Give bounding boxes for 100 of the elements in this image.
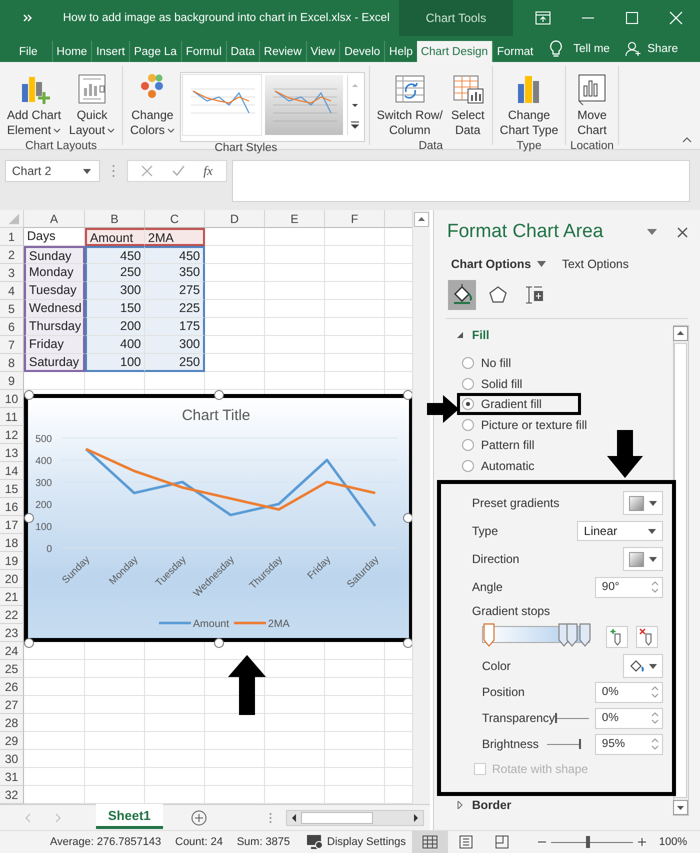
slider-thumb[interactable] [554,713,557,723]
row-header[interactable]: 12 [0,426,24,444]
gradient-stop-handle[interactable] [566,623,578,647]
direction-dropdown[interactable] [622,547,663,571]
row-header[interactable]: 27 [0,696,24,714]
add-stop-button[interactable] [606,626,628,648]
column-header[interactable]: C [145,210,205,228]
radio-button[interactable] [462,418,474,430]
radio-button[interactable] [462,378,474,390]
transparency-spinner[interactable]: 0% [594,708,663,728]
column-header[interactable]: A [24,210,85,228]
ribbon-button[interactable]: Select Data [448,70,488,140]
tell-me-search[interactable]: Tell me [573,36,610,62]
color-picker-button[interactable] [622,654,663,678]
radio-button[interactable] [462,398,474,410]
radio-option[interactable]: Automatic [462,458,534,474]
row-header[interactable]: 32 [0,786,24,804]
ribbon-button[interactable]: Quick Layout [66,70,118,140]
ribbon-button[interactable]: Switch Row/ Column [374,70,446,140]
row-header[interactable]: 11 [0,408,24,426]
horizontal-scrollbar[interactable] [286,810,424,826]
vertical-scrollbar[interactable] [412,210,430,804]
slider-thumb[interactable] [578,739,581,749]
radio-option[interactable]: Solid fill [462,376,522,392]
resize-handle[interactable] [24,390,34,400]
row-header[interactable]: 19 [0,552,24,570]
row-header[interactable]: 7 [0,336,24,354]
resize-handle[interactable] [214,638,224,648]
section-header[interactable]: Border [434,795,673,815]
row-header[interactable]: 30 [0,750,24,768]
row-header[interactable]: 22 [0,606,24,624]
row-header[interactable]: 29 [0,732,24,750]
radio-option[interactable]: Picture or texture fill [462,416,588,432]
radio-button[interactable] [462,357,474,369]
resize-handle[interactable] [24,638,34,648]
row-header[interactable]: 2 [0,246,24,264]
row-header[interactable]: 31 [0,768,24,786]
options-tab[interactable]: Text Options [562,257,629,271]
chart-title[interactable]: Chart Title [182,407,250,424]
ribbon-button[interactable]: Add Chart Element [4,70,64,140]
row-header[interactable]: 23 [0,624,24,642]
radio-option[interactable]: Pattern fill [462,437,534,453]
maximize-icon[interactable] [625,11,639,25]
display-settings-button[interactable]: Display Settings [306,834,406,850]
type-dropdown[interactable]: Linear [576,521,663,541]
row-header[interactable]: 4 [0,282,24,300]
row-header[interactable]: 3 [0,264,24,282]
chart-style-thumbnail[interactable] [182,75,261,135]
row-header[interactable]: 8 [0,354,24,372]
row-header[interactable]: 13 [0,444,24,462]
row-header[interactable]: 16 [0,498,24,516]
radio-button[interactable] [462,460,474,472]
position-spinner[interactable]: 0% [594,682,663,702]
sheet-tab[interactable]: Sheet1 [96,804,163,829]
ribbon-tab[interactable]: Chart Design [416,41,492,62]
splitter-icon[interactable] [268,812,272,824]
slider-thumb[interactable] [586,836,590,848]
scroll-down-icon[interactable] [673,800,688,815]
share-button[interactable]: Share [625,36,678,62]
row-header[interactable]: 6 [0,318,24,336]
pane-options-icon[interactable] [646,229,657,235]
preset-gradients-dropdown[interactable] [622,491,663,515]
row-header[interactable]: 15 [0,480,24,498]
ribbon-button[interactable]: Change Chart Type [496,70,562,140]
row-header[interactable]: 18 [0,534,24,552]
name-box[interactable]: Chart 2 [5,160,100,182]
row-header[interactable]: 26 [0,678,24,696]
scroll-up-icon[interactable] [414,212,430,227]
radio-option[interactable]: Gradient fill [462,396,542,412]
scroll-thumb[interactable] [300,812,373,824]
formula-input[interactable] [232,160,690,202]
row-header[interactable]: 14 [0,462,24,480]
section-header[interactable]: Fill [434,325,673,345]
ribbon-button[interactable]: Move Chart [572,70,612,140]
ribbon-tab[interactable]: File [0,41,52,62]
remove-stop-button[interactable] [636,626,658,648]
options-tab[interactable]: Chart Options [451,257,546,271]
collapse-ribbon-icon[interactable] [682,136,692,143]
row-header[interactable]: 10 [0,390,24,408]
column-header[interactable]: E [265,210,325,228]
radio-button[interactable] [462,439,474,451]
column-header[interactable]: F [325,210,385,228]
lightbulb-icon[interactable] [549,40,564,58]
row-header[interactable]: 9 [0,372,24,390]
close-icon[interactable] [676,226,688,238]
resize-handle[interactable] [403,638,412,648]
brightness-spinner[interactable]: 95% [594,734,663,754]
row-header[interactable]: 1 [0,228,24,246]
angle-spinner[interactable]: 90° [594,576,663,598]
row-header[interactable]: 25 [0,660,24,678]
row-header[interactable]: 28 [0,714,24,732]
ribbon-display-icon[interactable] [535,11,551,25]
view-button[interactable] [412,831,448,853]
insert-function-button[interactable]: fx [203,163,213,179]
row-header[interactable]: 21 [0,588,24,606]
quick-access-icon[interactable] [23,14,33,22]
resize-handle[interactable] [403,390,412,400]
row-header[interactable]: 5 [0,300,24,318]
resize-handle[interactable] [214,390,224,400]
radio-option[interactable]: No fill [462,355,512,371]
